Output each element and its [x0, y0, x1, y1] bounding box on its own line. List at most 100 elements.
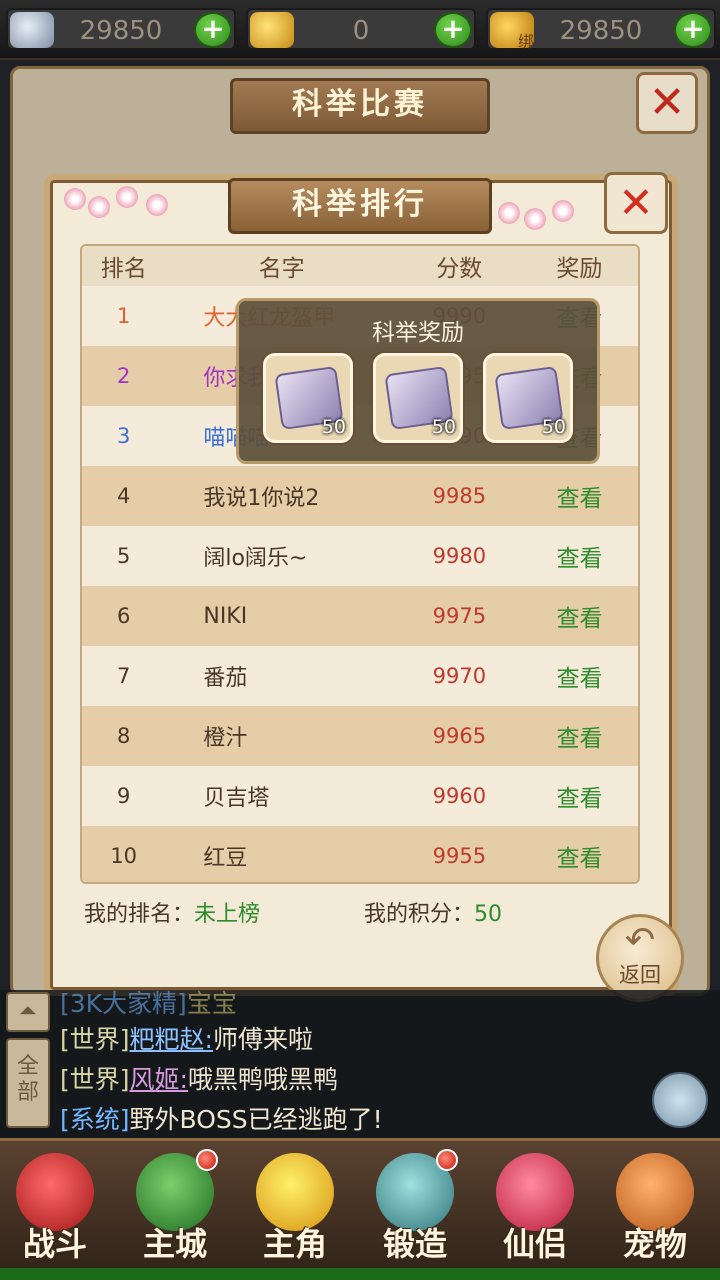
header-name: 名字: [258, 256, 305, 282]
table-row: 7 番茄 9970 查看: [82, 646, 638, 706]
table-row: 8 橙汁 9965 查看: [82, 706, 638, 766]
chat-panel: ⏶ 全部 [3K大家精]宝宝 [世界]粑粑赵:师傅来啦 [世界]风姬:哦黑鸭哦黑…: [0, 989, 720, 1138]
my-rank: 我的排名：未上榜: [84, 896, 260, 928]
row-rank: 7: [116, 664, 131, 688]
row-rank: 10: [110, 844, 138, 868]
return-arrow-icon: ↶: [624, 920, 656, 961]
gold-ingot-icon: [250, 12, 294, 48]
nav-partner[interactable]: 仙侣: [480, 1149, 590, 1273]
chat-collapse-button[interactable]: ⏶: [6, 992, 50, 1032]
reward-item[interactable]: 50: [373, 353, 463, 443]
row-rank: 5: [116, 544, 131, 568]
chat-bubble-icon[interactable]: [652, 1072, 708, 1128]
ranking-title: 科举排行: [228, 178, 492, 234]
exam-contest-close-button[interactable]: ✕: [636, 72, 698, 134]
row-rank: 6: [116, 604, 131, 628]
reward-count: 50: [541, 416, 566, 438]
chat-tab-all[interactable]: 全部: [6, 1038, 50, 1128]
view-reward-button[interactable]: 查看: [521, 779, 638, 813]
nav-hero[interactable]: 主角: [240, 1149, 350, 1273]
notification-dot: [436, 1149, 458, 1171]
view-reward-button[interactable]: 查看: [521, 479, 638, 513]
reward-count: 50: [321, 416, 346, 438]
chat-sender[interactable]: 风姬:: [130, 1065, 188, 1094]
view-reward-button[interactable]: 查看: [521, 599, 638, 633]
table-header: 排名 名字 分数 奖励: [82, 246, 638, 286]
progress-strip: [0, 1268, 720, 1280]
add-bound-gold-button[interactable]: +: [674, 12, 712, 48]
my-score-label: 我的积分：: [364, 902, 475, 927]
row-name: 我说1你说2: [203, 486, 320, 511]
return-button[interactable]: ↶ 返回: [596, 914, 684, 1002]
silver-currency: 29850 +: [6, 8, 236, 50]
row-name: NIKI: [203, 603, 248, 629]
nav-city[interactable]: 主城: [120, 1149, 230, 1273]
chat-sender[interactable]: 粑粑赵:: [130, 1025, 213, 1054]
row-score: 9975: [432, 604, 487, 628]
blossom-decoration-right: [492, 196, 612, 236]
return-label: 返回: [619, 963, 661, 987]
gold-amount: 0: [352, 16, 370, 46]
row-score: 9980: [432, 544, 487, 568]
bound-gold-icon: 绑: [490, 12, 534, 51]
reward-popup-title: 科举奖励: [372, 320, 464, 346]
header-score: 分数: [436, 256, 483, 282]
header-reward: 奖励: [556, 256, 603, 282]
currency-bar: 29850 + 0 + 绑 29850 +: [0, 0, 720, 60]
table-row: 10 红豆 9955 查看: [82, 826, 638, 882]
exam-contest-title: 科举比赛: [230, 78, 490, 134]
row-rank: 8: [116, 724, 131, 748]
silver-amount: 29850: [79, 16, 163, 46]
blossom-decoration-left: [58, 182, 178, 222]
notification-dot: [196, 1149, 218, 1171]
nav-pet[interactable]: 宠物: [600, 1149, 710, 1273]
add-gold-button[interactable]: +: [434, 12, 472, 48]
row-score: 9960: [432, 784, 487, 808]
table-row: 4 我说1你说2 9985 查看: [82, 466, 638, 526]
gold-currency: 0 +: [246, 8, 476, 50]
reward-count: 50: [431, 416, 456, 438]
reward-item[interactable]: 50: [263, 353, 353, 443]
row-name: 番茄: [203, 666, 248, 691]
row-score: 9955: [432, 844, 487, 868]
chat-message: [世界]粑粑赵:师傅来啦: [60, 1025, 313, 1054]
my-score: 我的积分：50: [364, 896, 502, 928]
view-reward-button[interactable]: 查看: [521, 839, 638, 873]
row-name: 红豆: [203, 846, 248, 871]
nav-forge[interactable]: 锻造: [360, 1149, 470, 1273]
table-row: 6 NIKI 9975 查看: [82, 586, 638, 646]
my-score-value: 50: [474, 902, 503, 927]
row-rank: 1: [116, 304, 131, 328]
row-score: 9965: [432, 724, 487, 748]
bottom-nav: 战斗 主城 主角 锻造 仙侣 宠物: [0, 1138, 720, 1280]
my-rank-label: 我的排名：: [84, 902, 195, 927]
table-row: 5 阔lo阔乐~ 9980 查看: [82, 526, 638, 586]
chat-message: [3K大家精]宝宝: [60, 989, 237, 1018]
view-reward-button[interactable]: 查看: [521, 659, 638, 693]
row-name: 阔lo阔乐~: [203, 546, 308, 571]
row-score: 9970: [432, 664, 487, 688]
row-name: 贝吉塔: [203, 786, 270, 811]
row-rank: 9: [116, 784, 131, 808]
table-row: 9 贝吉塔 9960 查看: [82, 766, 638, 826]
row-name: 橙汁: [203, 726, 248, 751]
bound-gold-currency: 绑 29850 +: [486, 8, 716, 51]
view-reward-button[interactable]: 查看: [521, 539, 638, 573]
my-rank-value: 未上榜: [194, 902, 261, 927]
view-reward-button[interactable]: 查看: [521, 719, 638, 753]
reward-item[interactable]: 50: [483, 353, 573, 443]
add-silver-button[interactable]: +: [194, 12, 232, 48]
row-score: 9985: [432, 484, 487, 508]
chat-message: [世界]风姬:哦黑鸭哦黑鸭: [60, 1065, 338, 1094]
nav-battle[interactable]: 战斗: [0, 1149, 110, 1273]
row-rank: 4: [116, 484, 131, 508]
chat-message: [系统]野外BOSS已经逃跑了!: [60, 1105, 383, 1134]
silver-ingot-icon: [10, 12, 54, 48]
row-rank: 3: [116, 424, 131, 448]
bound-tag: 绑: [517, 32, 534, 51]
row-rank: 2: [116, 364, 131, 388]
header-rank: 排名: [100, 256, 147, 282]
reward-popup: 科举奖励 50 50 50: [236, 298, 600, 464]
ranking-close-button[interactable]: ✕: [604, 172, 668, 234]
bound-gold-amount: 29850: [559, 16, 643, 46]
